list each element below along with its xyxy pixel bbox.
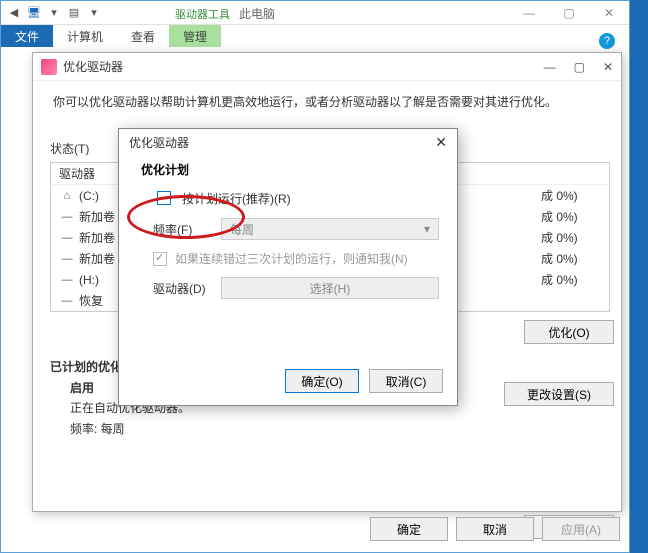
drive-name: 新加卷	[79, 208, 115, 225]
scheduled-optimization-label: 已计划的优化	[50, 358, 122, 375]
drive-name: (C:)	[79, 189, 99, 203]
tab-computer[interactable]: 计算机	[53, 25, 117, 47]
drive-status: 成 0%)	[541, 208, 601, 225]
tab-file[interactable]: 文件	[1, 25, 53, 47]
frequency-row: 频率(F) 每周 ▾	[153, 218, 439, 240]
monitor-icon[interactable]: 🖥	[25, 4, 43, 22]
run-on-schedule-label: 按计划运行(推荐)(R)	[182, 190, 291, 207]
cancel-button-sheet[interactable]: 取消	[456, 517, 534, 541]
minimize-button[interactable]: —	[544, 60, 556, 74]
schedule-dialog: 优化驱动器 ✕ 优化计划 按计划运行(推荐)(R) 频率(F) 每周 ▾ 如果连…	[118, 128, 458, 406]
properties-icon[interactable]: ▤	[65, 4, 83, 22]
help-icon[interactable]: ?	[599, 33, 615, 49]
close-button[interactable]: ✕	[589, 6, 629, 20]
drive-icon: ⌂	[59, 190, 75, 202]
maximize-button[interactable]: ▢	[574, 60, 585, 74]
dialog-title-bar: 优化驱动器 ✕	[119, 129, 457, 155]
close-icon[interactable]: ✕	[435, 134, 447, 151]
location-label: 此电脑	[239, 5, 275, 22]
drive-status: 成 0%)	[541, 271, 601, 288]
window-controls: — ▢ ✕	[509, 6, 629, 20]
run-on-schedule-row: 按计划运行(推荐)(R)	[153, 188, 439, 208]
maximize-button[interactable]: ▢	[549, 6, 589, 20]
ribbon-tabs: 文件 计算机 查看 管理	[1, 25, 629, 47]
chevron-down-icon: ▾	[424, 222, 430, 236]
drive-icon: —	[59, 253, 75, 265]
tab-view[interactable]: 查看	[117, 25, 169, 47]
title-bar: 优化驱动器 — ▢ ✕	[33, 53, 621, 81]
drive-status: 成 0%)	[541, 250, 601, 267]
quick-access-toolbar: ◀ 🖥 ▾ ▤ ▾ 驱动器工具 此电脑 — ▢ ✕	[1, 1, 629, 25]
optimize-button[interactable]: 优化(O)	[524, 320, 614, 344]
drive-status: 成 0%)	[541, 229, 601, 246]
cancel-button[interactable]: 取消(C)	[369, 369, 443, 393]
close-button[interactable]: ✕	[603, 60, 613, 74]
dialog-title: 优化驱动器	[129, 134, 189, 151]
dropdown2-icon[interactable]: ▾	[85, 4, 103, 22]
run-on-schedule-checkbox[interactable]	[157, 191, 171, 205]
drive-name: (H:)	[79, 273, 99, 287]
nav-back-icon[interactable]: ◀	[5, 4, 23, 22]
section-label: 优化计划	[141, 161, 439, 178]
app-icon	[41, 59, 57, 75]
drive-icon: —	[59, 274, 75, 286]
drive-icon: —	[59, 295, 75, 307]
notify-checkbox	[153, 252, 167, 266]
drive-status: 成 0%)	[541, 187, 601, 204]
description-text: 你可以优化驱动器以帮助计算机更高效地运行，或者分析驱动器以了解是否需要对其进行优…	[53, 93, 601, 110]
frequency-value: 每周	[230, 221, 254, 238]
drives-label: 驱动器(D)	[153, 280, 213, 297]
ok-button[interactable]: 确定(O)	[285, 369, 359, 393]
dialog-footer: 确定(O) 取消(C)	[285, 369, 443, 393]
status-label: 状态(T)	[50, 140, 89, 157]
apply-button-sheet[interactable]: 应用(A)	[542, 517, 620, 541]
dropdown-icon[interactable]: ▾	[45, 4, 63, 22]
window-title: 优化驱动器	[63, 58, 123, 75]
choose-drives-button[interactable]: 选择(H)	[221, 277, 439, 299]
drive-name: 恢复	[79, 292, 103, 309]
ribbon-contextual-label: 驱动器工具	[161, 3, 244, 25]
tab-manage[interactable]: 管理	[169, 25, 221, 47]
ok-button-sheet[interactable]: 确定	[370, 517, 448, 541]
drive-icon: —	[59, 211, 75, 223]
frequency-select[interactable]: 每周 ▾	[221, 218, 439, 240]
minimize-button[interactable]: —	[509, 6, 549, 20]
schedule-freq: 频率: 每周	[70, 419, 190, 439]
drives-row: 驱动器(D) 选择(H)	[153, 277, 439, 299]
notify-row: 如果连续错过三次计划的运行，则通知我(N)	[153, 250, 439, 267]
change-settings-button[interactable]: 更改设置(S)	[504, 382, 614, 406]
property-sheet-buttons: 确定 取消 应用(A)	[276, 517, 626, 547]
frequency-label: 频率(F)	[153, 221, 213, 238]
drive-icon: —	[59, 232, 75, 244]
notify-label: 如果连续错过三次计划的运行，则通知我(N)	[175, 250, 408, 267]
